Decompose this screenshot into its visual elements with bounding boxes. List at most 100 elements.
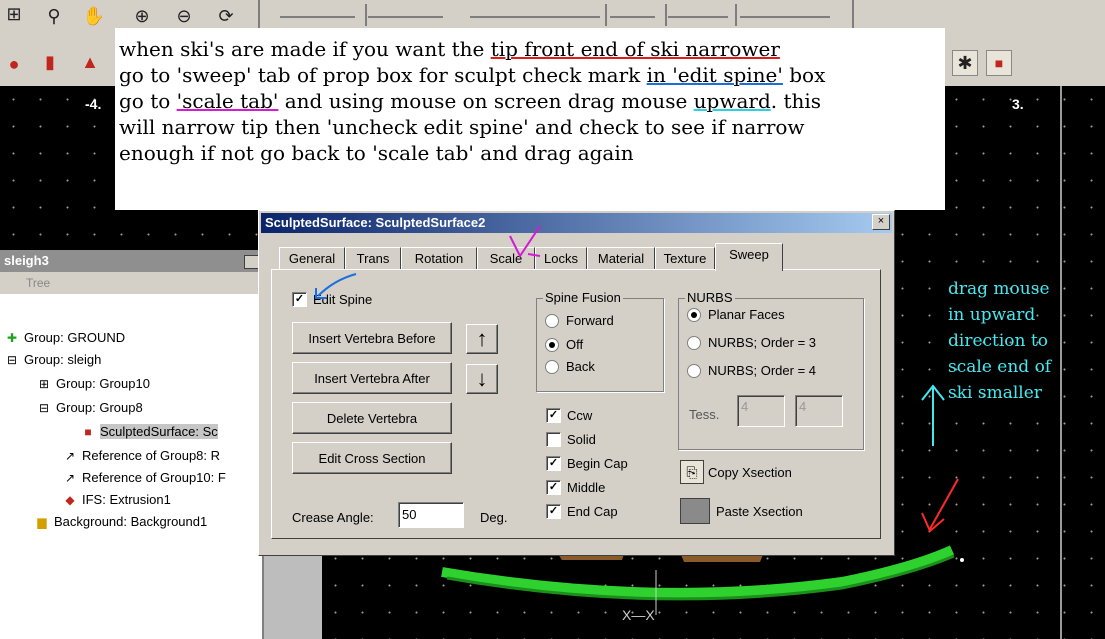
- side-note-line-1: drag mouse: [948, 279, 1050, 299]
- cyan-up-arrow-icon: [921, 384, 945, 446]
- copy-icon[interactable]: ⎘: [680, 460, 704, 484]
- side-note-line-2: in upward: [948, 305, 1036, 325]
- tree-panel-title: sleigh3: [0, 250, 262, 272]
- ccw-checkbox[interactable]: ✓ Ccw: [546, 408, 592, 423]
- side-note-line-5: ski smaller: [948, 383, 1042, 403]
- middle-checkbox[interactable]: ✓ Middle: [546, 480, 605, 495]
- insert-vertebra-after-button[interactable]: Insert Vertebra After: [292, 362, 452, 394]
- tree-node-sleigh[interactable]: ⊟ Group: sleigh: [4, 352, 101, 367]
- tab-general[interactable]: General: [279, 247, 345, 269]
- scene-tree-panel: sleigh3 Tree ✚ Group: GROUND ⊟ Group: slei…: [0, 250, 264, 639]
- copy-xsection-label[interactable]: Copy Xsection: [708, 465, 792, 480]
- sphere-shape-icon[interactable]: ●: [2, 52, 26, 76]
- sculpted-surface-dialog: SculptedSurface: SculptedSurface2 × Gene…: [258, 210, 895, 556]
- crease-unit-label: Deg.: [480, 510, 508, 525]
- sculpted-surface-icon: ■: [84, 424, 92, 439]
- viewport-left-label: -4.: [85, 96, 102, 112]
- toolbar-rule: [668, 16, 728, 18]
- ifs-shape-icon: ◆: [65, 492, 75, 507]
- tutorial-note: when ski's are made if you want the tip …: [115, 28, 945, 210]
- tab-material[interactable]: Material: [587, 247, 655, 269]
- toolbar-rule: [610, 16, 655, 18]
- axis-marker-icon: X—X: [622, 607, 655, 623]
- move-down-button[interactable]: ↓: [466, 364, 498, 394]
- group-node-icon: ✚: [6, 330, 18, 345]
- tree-tab[interactable]: Tree: [0, 272, 262, 294]
- viewport-right-label: 3.: [1012, 96, 1024, 112]
- ski-tip-point: [960, 558, 964, 562]
- tess-input-1[interactable]: 4: [737, 395, 785, 427]
- toolbar-tick: [365, 4, 367, 26]
- pink-check-icon: [509, 225, 541, 258]
- tree-node-background[interactable]: ▆ Background: Background1: [34, 514, 207, 529]
- cone-shape-icon[interactable]: ▲: [78, 50, 102, 74]
- nurbs-order3-radio[interactable]: NURBS; Order = 3: [687, 335, 816, 350]
- tree-node-ground[interactable]: ✚ Group: GROUND: [4, 330, 125, 345]
- planar-faces-radio[interactable]: Planar Faces: [687, 307, 785, 322]
- delete-vertebra-button[interactable]: Delete Vertebra: [292, 402, 452, 434]
- tab-trans[interactable]: Trans: [345, 247, 401, 269]
- tess-label: Tess.: [689, 407, 720, 422]
- pan-tool-icon[interactable]: ⊞: [2, 2, 26, 26]
- toolbar-rule: [280, 16, 355, 18]
- spine-fusion-legend: Spine Fusion: [543, 290, 623, 305]
- toolbar-tick: [605, 4, 607, 26]
- edit-cross-section-button[interactable]: Edit Cross Section: [292, 442, 452, 474]
- nurbs-order4-radio[interactable]: NURBS; Order = 4: [687, 363, 816, 378]
- tab-texture[interactable]: Texture: [655, 247, 715, 269]
- begin-cap-checkbox[interactable]: ✓ Begin Cap: [546, 456, 628, 471]
- blue-arrow-icon: [315, 273, 357, 299]
- toolbar-rule: [740, 16, 830, 18]
- sweep-panel: ✓ Edit Spine Insert Vertebra Before Inser…: [271, 269, 881, 539]
- note-line-2: go to 'sweep' tab of prop box for sculpt…: [119, 63, 826, 87]
- tess-input-2[interactable]: 4: [795, 395, 843, 427]
- note-line-4: will narrow tip then 'uncheck edit spine…: [119, 115, 805, 139]
- note-line-1: when ski's are made if you want the tip …: [119, 37, 780, 61]
- zoom-tool-icon[interactable]: ⚲: [42, 4, 66, 28]
- side-note: drag mouse in upward direction to scale …: [948, 276, 1098, 406]
- nurbs-legend: NURBS: [685, 290, 735, 305]
- expand-icon: ⊞: [38, 376, 50, 391]
- fusion-back-radio[interactable]: Back: [545, 359, 595, 374]
- rotate-view-icon[interactable]: ⟳: [214, 4, 238, 28]
- tree-node-sculpted-surface[interactable]: ■ SculptedSurface: Sc: [80, 424, 218, 439]
- tree-node-ref-group8[interactable]: ↗ Reference of Group8: R: [62, 448, 220, 463]
- side-note-line-3: direction to: [948, 331, 1048, 351]
- toolbar-divider: [852, 0, 854, 28]
- tree-node-group8[interactable]: ⊟ Group: Group8: [36, 400, 143, 415]
- crease-angle-input[interactable]: 50: [398, 502, 464, 528]
- red-arrow-icon: [921, 478, 959, 533]
- box-shape-icon[interactable]: ■: [986, 50, 1012, 76]
- fusion-off-radio[interactable]: Off: [545, 337, 583, 352]
- toolbar-rule: [470, 16, 600, 18]
- dialog-title: SculptedSurface: SculptedSurface2: [261, 213, 892, 233]
- light-tool-icon[interactable]: ✱: [952, 50, 978, 76]
- tree-node-ref-group10[interactable]: ↗ Reference of Group10: F: [62, 470, 226, 485]
- solid-checkbox[interactable]: Solid: [546, 432, 596, 447]
- note-line-5: enough if not go back to 'scale tab' and…: [119, 141, 634, 165]
- collapse-icon: ⊟: [38, 400, 50, 415]
- paste-icon[interactable]: [680, 498, 710, 524]
- tree-node-group10[interactable]: ⊞ Group: Group10: [36, 376, 150, 391]
- fusion-forward-radio[interactable]: Forward: [545, 313, 614, 328]
- tab-rotation[interactable]: Rotation: [401, 247, 477, 269]
- cylinder-shape-icon[interactable]: ▮: [38, 50, 62, 74]
- toolbar-tick: [735, 4, 737, 26]
- paste-xsection-label[interactable]: Paste Xsection: [716, 504, 803, 519]
- move-up-button[interactable]: ↑: [466, 324, 498, 354]
- crease-angle-label: Crease Angle:: [292, 510, 374, 525]
- side-note-line-4: scale end of: [948, 357, 1052, 377]
- note-line-3: go to 'scale tab' and using mouse on scr…: [119, 89, 822, 113]
- group-node-icon: ⊟: [6, 352, 18, 367]
- insert-vertebra-before-button[interactable]: Insert Vertebra Before: [292, 322, 452, 354]
- spine-fusion-group: Spine Fusion Forward Off Back: [536, 290, 664, 392]
- background-icon: ▆: [37, 514, 47, 529]
- close-button[interactable]: ×: [872, 214, 890, 230]
- end-cap-checkbox[interactable]: ✓ End Cap: [546, 504, 618, 519]
- toolbar-rule: [368, 16, 443, 18]
- tab-sweep[interactable]: Sweep: [715, 243, 783, 271]
- zoom-out-icon[interactable]: ⊖: [172, 4, 196, 28]
- zoom-in-icon[interactable]: ⊕: [130, 4, 154, 28]
- tree-node-ifs[interactable]: ◆ IFS: Extrusion1: [62, 492, 171, 507]
- hand-tool-icon[interactable]: ✋: [82, 4, 106, 28]
